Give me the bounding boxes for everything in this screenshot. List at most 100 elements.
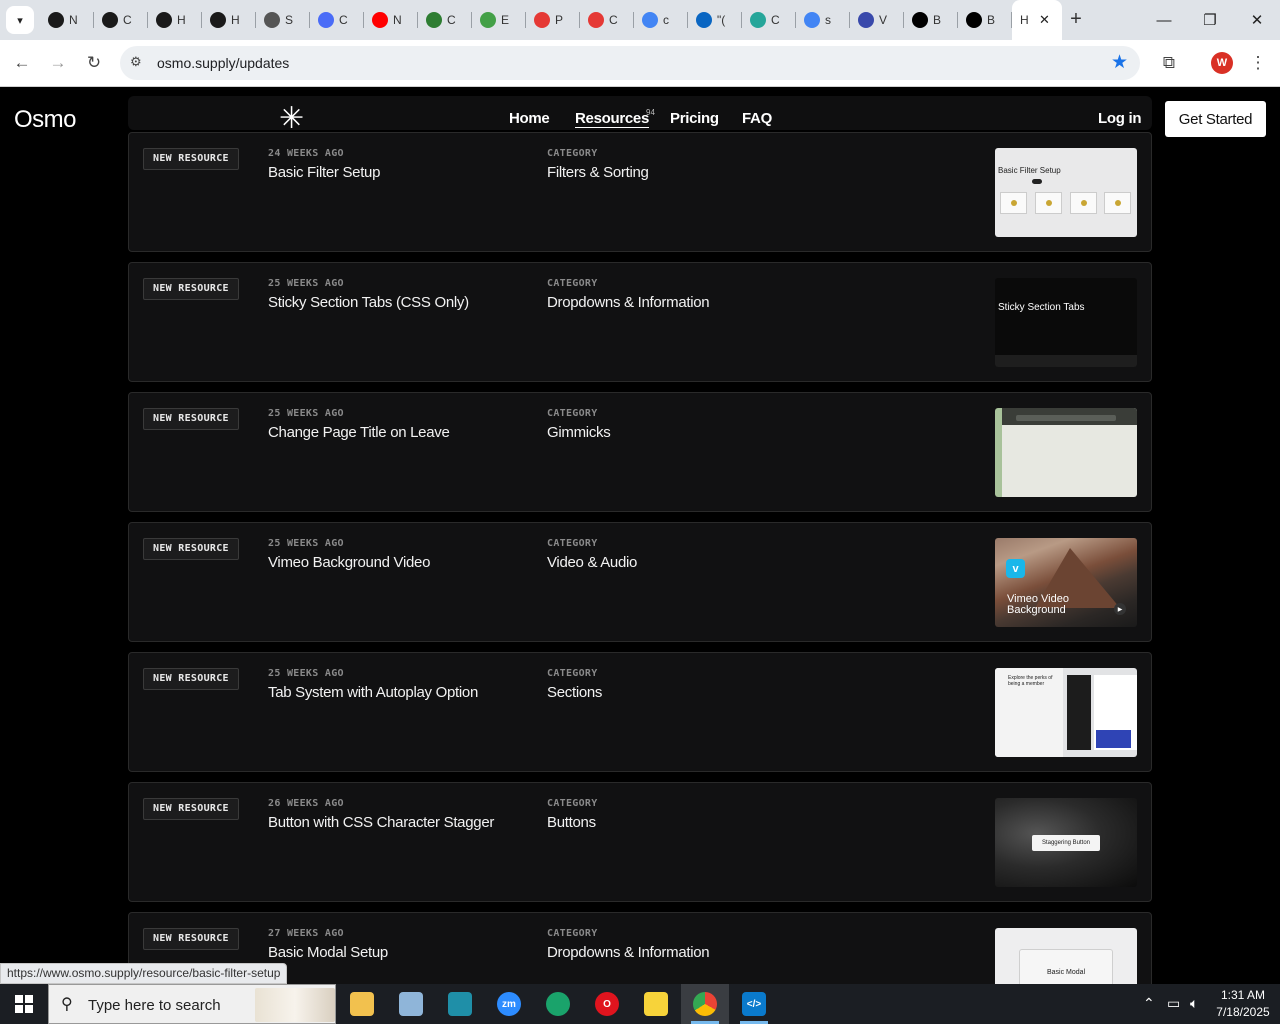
resource-category[interactable]: Filters & Sorting [547,164,649,181]
browser-tab[interactable]: B [904,0,958,40]
tray-chevron-icon[interactable]: ⌃ [1143,995,1155,1012]
nav-pricing[interactable]: Pricing [670,110,719,127]
start-button[interactable] [0,984,48,1024]
resource-thumbnail[interactable]: Basic Filter Setup [995,148,1137,237]
browser-tab[interactable]: H [148,0,202,40]
filter-pill [1032,179,1042,184]
taskbar-search[interactable]: ⚲ Type here to search [48,984,336,1024]
browser-tab[interactable]: S [256,0,310,40]
network-icon[interactable]: ▭ [1167,995,1180,1012]
extensions-icon[interactable]: ⧉ [1157,51,1181,75]
x-icon [912,12,928,28]
resource-thumbnail[interactable]: Basic Modal [995,928,1137,984]
get-started-button[interactable]: Get Started [1165,101,1266,137]
browser-tab[interactable]: C [310,0,364,40]
category-label: CATEGORY [547,928,598,939]
thumbnail-caption: Sticky Section Tabs [998,302,1085,313]
menu-icon[interactable]: ⋮ [1246,51,1270,75]
browser-tab[interactable]: H [202,0,256,40]
chrome-app[interactable] [681,984,729,1024]
category-label: CATEGORY [547,148,598,159]
resource-card[interactable]: NEW RESOURCE 24 WEEKS AGO Basic Filter Set… [128,132,1152,252]
resource-thumbnail[interactable]: Explore the perks of being a member [995,668,1137,757]
nav-faq[interactable]: FAQ [742,110,772,127]
nav-resources[interactable]: Resources [575,110,649,127]
resource-title[interactable]: Button with CSS Character Stagger [268,814,494,831]
browser-toolbar: ← → ↻ ⚙ osmo.supply/updates ★ ⧉ ⋮ [0,40,1280,87]
opera-app[interactable]: O [583,984,631,1024]
browser-tab[interactable]: s [796,0,850,40]
reload-button[interactable]: ↻ [82,51,106,75]
resource-card[interactable]: NEW RESOURCE 25 WEEKS AGO Sticky Section T… [128,262,1152,382]
vscode-app[interactable]: </> [730,984,778,1024]
volume-icon[interactable]: 🔈︎ [1190,995,1198,1012]
resource-card[interactable]: NEW RESOURCE 26 WEEKS AGO Button with CSS … [128,782,1152,902]
browser-tab[interactable]: B [958,0,1012,40]
close-tab-icon[interactable]: ✕ [1039,12,1050,28]
browser-tab[interactable]: C [580,0,634,40]
system-clock[interactable]: 1:31 AM 7/18/2025 [1210,987,1276,1021]
resource-category[interactable]: Video & Audio [547,554,637,571]
resource-title[interactable]: Tab System with Autoplay Option [268,684,478,701]
resource-category[interactable]: Gimmicks [547,424,611,441]
resource-thumbnail[interactable]: Staggering Button [995,798,1137,887]
resource-title[interactable]: Basic Modal Setup [268,944,388,961]
paint-app[interactable] [387,984,435,1024]
new-tab-button[interactable]: + [1066,9,1086,31]
back-button[interactable]: ← [10,51,34,75]
browser-tab[interactable]: N [40,0,94,40]
browser-tab[interactable]: c [634,0,688,40]
sticky-notes-icon [644,992,668,1016]
openai-icon [102,12,118,28]
profile-avatar[interactable]: W [1211,52,1233,74]
minimize-button[interactable]: — [1141,0,1187,40]
resource-title[interactable]: Change Page Title on Leave [268,424,450,441]
browser-tab[interactable]: P [526,0,580,40]
address-bar[interactable]: ⚙ osmo.supply/updates ★ [120,46,1140,80]
edge-app[interactable] [534,984,582,1024]
resource-title[interactable]: Basic Filter Setup [268,164,380,181]
folder-icon [350,992,374,1016]
resource-thumbnail[interactable]: Sticky Section Tabs [995,278,1137,367]
youtube-icon [372,12,388,28]
app-hex[interactable] [436,984,484,1024]
resource-category[interactable]: Buttons [547,814,596,831]
nav-home[interactable]: Home [509,110,550,127]
browser-tab-active[interactable]: H ✕ [1012,0,1062,40]
browser-tab[interactable]: E [472,0,526,40]
browser-tab[interactable]: C [418,0,472,40]
vimeo-icon: v [1006,559,1025,578]
resource-thumbnail[interactable] [995,408,1137,497]
resource-title[interactable]: Sticky Section Tabs (CSS Only) [268,294,469,311]
login-link[interactable]: Log in [1098,110,1141,127]
site-logo[interactable]: Osmo [14,106,77,134]
forward-button[interactable]: → [46,51,70,75]
bookmark-star-icon[interactable]: ★ [1111,51,1128,74]
close-window-button[interactable]: ✕ [1234,0,1280,40]
resource-age: 26 WEEKS AGO [268,798,344,809]
file-explorer-app[interactable] [338,984,386,1024]
resource-category[interactable]: Dropdowns & Information [547,944,710,961]
browser-tab[interactable]: "( [688,0,742,40]
resource-card[interactable]: NEW RESOURCE 25 WEEKS AGO Vimeo Background… [128,522,1152,642]
resource-thumbnail[interactable]: v Vimeo Video Background ▶ [995,538,1137,627]
asterisk-icon[interactable]: ✳ [279,104,304,134]
resource-card[interactable]: NEW RESOURCE 25 WEEKS AGO Tab System with … [128,652,1152,772]
browser-tab[interactable]: C [94,0,148,40]
tab-title: V [879,13,888,27]
resource-card[interactable]: NEW RESOURCE 25 WEEKS AGO Change Page Titl… [128,392,1152,512]
resource-category[interactable]: Sections [547,684,602,701]
search-highlight-image [255,988,335,1022]
address-url[interactable]: osmo.supply/updates [157,55,289,71]
zoom-app[interactable]: zm [485,984,533,1024]
tab-search-button[interactable]: ▾ [6,6,34,34]
resource-category[interactable]: Dropdowns & Information [547,294,710,311]
resource-title[interactable]: Vimeo Background Video [268,554,430,571]
restore-button[interactable]: ❐ [1187,0,1233,40]
browser-tab[interactable]: N [364,0,418,40]
filter-dot [1115,200,1121,206]
browser-tab[interactable]: V [850,0,904,40]
site-info-icon[interactable]: ⚙ [130,54,142,70]
sticky-notes-app[interactable] [632,984,680,1024]
browser-tab[interactable]: C [742,0,796,40]
